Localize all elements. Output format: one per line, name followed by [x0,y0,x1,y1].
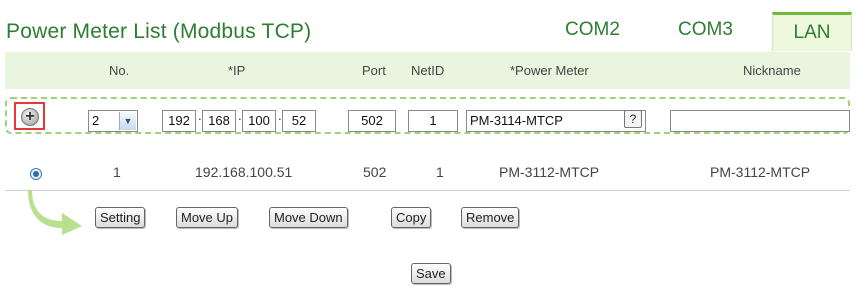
tab-lan[interactable]: LAN [772,12,852,51]
ip-octet-1[interactable]: 192 [162,110,196,132]
copy-button[interactable]: Copy [391,207,432,228]
move-down-button[interactable]: Move Down [269,207,348,228]
column-header-netid: NetID [411,63,445,78]
save-button[interactable]: Save [411,263,451,284]
ip-octet-4[interactable]: 52 [282,110,316,132]
power-meter-value: PM-3114-MTCP [470,113,563,128]
column-header-ip: *IP [228,63,246,78]
radio-selected-icon[interactable] [30,168,42,180]
table-row[interactable]: 1 192.168.100.51 502 1 PM-3112-MTCP PM-3… [5,155,850,191]
curved-arrow-icon [28,190,82,235]
column-header-nickname: Nickname [743,63,801,78]
column-header-port: Port [362,63,386,78]
chevron-down-icon: ▼ [119,112,136,130]
port-input[interactable]: 502 [348,110,396,132]
power-meter-field: PM-3114-MTCP [466,110,646,132]
move-up-button[interactable]: Move Up [176,207,239,228]
help-button[interactable]: ? [624,110,642,128]
row-port: 502 [363,164,387,180]
remove-button[interactable]: Remove [461,207,520,228]
table-header: No. *IP Port NetID *Power Meter Nickname [5,52,850,89]
row-nickname: PM-3112-MTCP [710,164,811,180]
number-select-value: 2 [92,113,100,128]
column-header-no: No. [109,63,130,78]
tab-com3[interactable]: COM3 [678,19,733,41]
ip-octet-2[interactable]: 168 [202,110,236,132]
row-netid: 1 [436,164,444,180]
plus-circle-icon: + [21,108,39,126]
number-select[interactable]: 2 ▼ [88,110,138,132]
column-header-power-meter: *Power Meter [510,63,589,78]
setting-button[interactable]: Setting [95,207,146,228]
row-ip: 192.168.100.51 [195,164,293,180]
tab-com2[interactable]: COM2 [565,19,620,41]
netid-input[interactable]: 1 [408,110,458,132]
row-power-meter: PM-3112-MTCP [499,164,600,180]
nickname-input[interactable] [670,110,850,132]
row-no: 1 [113,164,121,180]
page-title: Power Meter List (Modbus TCP) [6,20,312,43]
ip-octet-3[interactable]: 100 [242,110,276,132]
add-button[interactable]: + [14,102,45,130]
